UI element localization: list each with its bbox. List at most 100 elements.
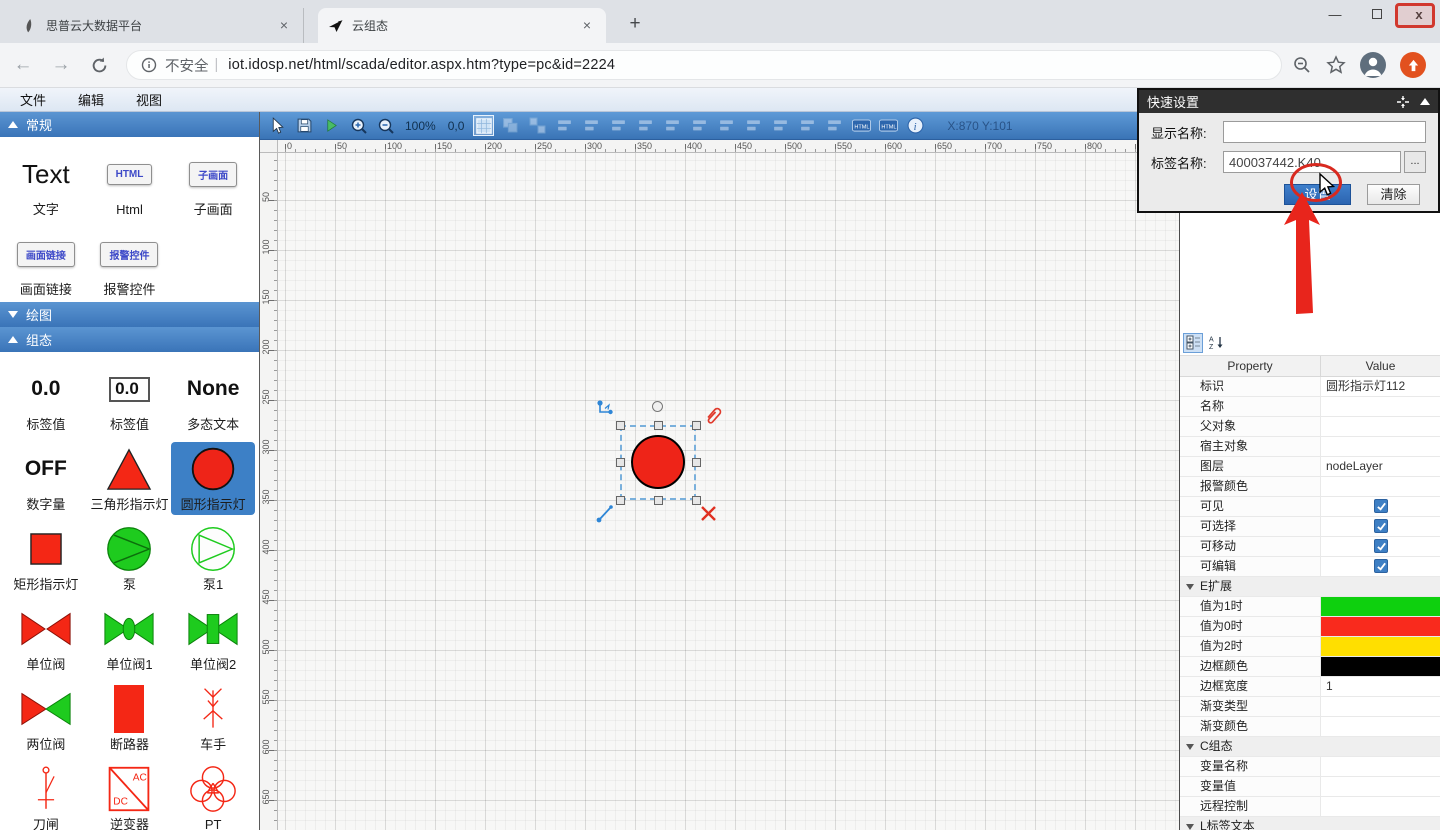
connect-handle-icon[interactable] [596,399,616,419]
tag-browse-button[interactable]: ... [1404,151,1426,173]
toolbar-distribute-h-icon[interactable] [771,116,790,135]
checkbox-checked-icon[interactable] [1374,519,1388,533]
toolbar-align-top-icon[interactable] [636,116,655,135]
color-swatch[interactable] [1321,637,1440,656]
tab-close-icon[interactable]: × [275,17,293,35]
categorized-view-icon[interactable] [1184,334,1202,352]
property-row-14[interactable]: 边框颜色 [1180,657,1440,677]
menu-item-1[interactable]: 编辑 [78,90,104,109]
property-value[interactable] [1321,437,1440,456]
toolbar-align-left-icon[interactable] [555,116,574,135]
line-handle-icon[interactable] [596,503,616,523]
palette-item-rect-light[interactable]: 矩形指示灯 [4,522,88,595]
toolbar-lock-icon[interactable] [825,116,844,135]
checkbox-checked-icon[interactable] [1374,539,1388,553]
browser-update-icon[interactable] [1400,52,1426,78]
property-value[interactable]: nodeLayer [1321,457,1440,476]
property-row-9[interactable]: 可编辑 [1180,557,1440,577]
url-bar[interactable]: 不安全 | iot.idosp.net/html/scada/editor.as… [126,50,1282,80]
collapse-panel-icon[interactable] [1420,98,1430,105]
palette-item-pump[interactable]: 泵 [88,522,172,595]
property-value[interactable] [1321,717,1440,736]
toolbar-align-middle-icon[interactable] [663,116,682,135]
resize-handle[interactable] [692,421,701,430]
palette-item-knife-switch[interactable]: 刀闸 [4,762,88,830]
palette-item-breaker[interactable]: 断路器 [88,682,172,755]
resize-handle[interactable] [616,458,625,467]
toolbar-align-center-icon[interactable] [582,116,601,135]
toolbar-align-bottom-icon[interactable] [690,116,709,135]
property-row-20[interactable]: 变量值 [1180,777,1440,797]
forward-icon[interactable]: → [46,50,76,80]
palette-item-valve-red[interactable]: 单位阀 [4,602,88,675]
clear-button[interactable]: 清除 [1367,184,1420,205]
menu-item-2[interactable]: 视图 [136,90,162,109]
tag-name-input[interactable] [1223,151,1401,173]
property-row-6[interactable]: 可见 [1180,497,1440,517]
palette-section-drawing[interactable]: 绘图 [0,302,259,327]
site-info-icon[interactable] [141,57,157,73]
toolbar-zoom-in-icon[interactable] [349,116,368,135]
toolbar-run-icon[interactable] [322,116,341,135]
window-restore-button[interactable] [1362,2,1392,26]
property-row-0[interactable]: 标识圆形指示灯112 [1180,377,1440,397]
palette-item-valve-green-ellipse[interactable]: 单位阀1 [88,602,172,675]
checkbox-checked-icon[interactable] [1374,559,1388,573]
property-value[interactable] [1321,777,1440,796]
resize-handle[interactable] [692,458,701,467]
property-row-11[interactable]: 值为1时 [1180,597,1440,617]
color-swatch[interactable] [1321,617,1440,636]
toolbar-zoom-out-icon[interactable] [376,116,395,135]
property-value[interactable]: 圆形指示灯112 [1321,377,1440,396]
palette-item-screen-link-button[interactable]: 画面链接画面链接 [4,227,88,300]
dock-panel-icon[interactable] [1396,95,1410,109]
property-row-16[interactable]: 渐变类型 [1180,697,1440,717]
display-name-input[interactable] [1223,121,1426,143]
property-group-22[interactable]: L标签文本 [1180,817,1440,830]
toolbar-pointer-icon[interactable] [268,116,287,135]
property-value[interactable]: 1 [1321,677,1440,696]
design-canvas[interactable] [278,153,1179,830]
property-row-21[interactable]: 远程控制 [1180,797,1440,817]
toolbar-info-icon[interactable]: i [906,116,925,135]
menu-item-0[interactable]: 文件 [20,90,46,109]
property-value[interactable] [1321,397,1440,416]
color-swatch[interactable] [1321,657,1440,676]
property-value[interactable] [1321,757,1440,776]
property-row-19[interactable]: 变量名称 [1180,757,1440,777]
toolbar-html-view-icon[interactable]: HTML [852,116,871,135]
property-row-7[interactable]: 可选择 [1180,517,1440,537]
tab-close-icon[interactable]: × [578,17,596,35]
palette-item-digital-value[interactable]: OFF数字量 [4,442,88,515]
profile-avatar[interactable] [1360,52,1386,78]
palette-item-cart-handle[interactable]: 车手 [171,682,255,755]
property-value[interactable] [1321,477,1440,496]
palette-item-text-sample[interactable]: Text文字 [4,147,88,220]
property-value[interactable] [1321,417,1440,436]
palette-item-html-button[interactable]: HTMLHtml [88,147,172,220]
toolbar-html-code-icon[interactable]: HTML [879,116,898,135]
property-row-4[interactable]: 图层nodeLayer [1180,457,1440,477]
palette-item-tag-value-box[interactable]: 0.0标签值 [88,362,172,435]
rotate-handle[interactable] [652,401,663,412]
resize-handle[interactable] [654,421,663,430]
palette-item-pt-transformer[interactable]: PT [171,762,255,830]
toolbar-distribute-v-icon[interactable] [798,116,817,135]
property-row-5[interactable]: 报警颜色 [1180,477,1440,497]
palette-item-valve-two-color[interactable]: 两位阀 [4,682,88,755]
property-row-1[interactable]: 名称 [1180,397,1440,417]
reload-icon[interactable] [84,50,114,80]
checkbox-checked-icon[interactable] [1374,499,1388,513]
new-tab-button[interactable]: + [622,12,648,38]
palette-section-scada[interactable]: 组态 [0,327,259,352]
zoom-page-icon[interactable] [1292,55,1312,75]
bookmark-star-icon[interactable] [1326,55,1346,75]
color-swatch[interactable] [1321,597,1440,616]
property-row-12[interactable]: 值为0时 [1180,617,1440,637]
toolbar-same-width-icon[interactable] [717,116,736,135]
palette-item-multi-text[interactable]: None多态文本 [171,362,255,435]
toolbar-group-icon[interactable] [501,116,520,135]
back-icon[interactable]: ← [8,50,38,80]
property-row-17[interactable]: 渐变颜色 [1180,717,1440,737]
property-value[interactable] [1321,697,1440,716]
